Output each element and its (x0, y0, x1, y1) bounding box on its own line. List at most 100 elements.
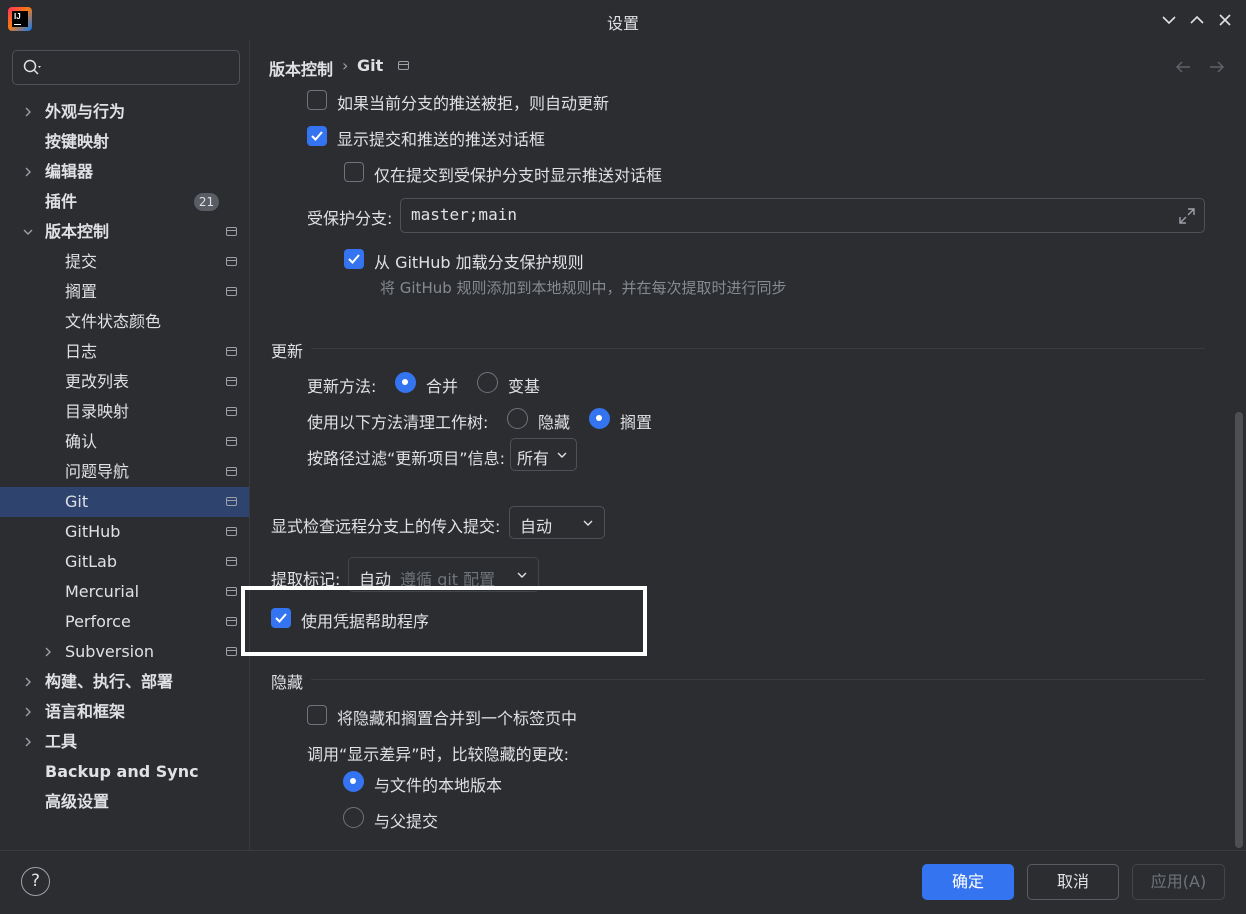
sidebar-item[interactable]: 提交 (0, 247, 249, 277)
sidebar-item[interactable]: 语言和框架 (0, 697, 249, 727)
checkmark-icon (348, 254, 360, 264)
breadcrumb-parent[interactable]: 版本控制 (269, 56, 333, 80)
sidebar-item-label: Mercurial (65, 582, 140, 601)
sidebar-item-label: Subversion (65, 642, 155, 661)
sidebar-item[interactable]: 确认 (0, 427, 249, 457)
github-rules-hint: 将 GitHub 规则添加到本地规则中，并在每次提取时进行同步 (380, 279, 787, 297)
merge-radio[interactable] (395, 372, 416, 393)
chevron-right-icon[interactable] (42, 646, 54, 658)
project-scope-icon (226, 437, 237, 446)
shelve-label: 搁置 (620, 413, 653, 432)
show-push-dialog-checkbox[interactable] (307, 126, 327, 146)
sidebar-item[interactable]: 高级设置 (0, 787, 249, 817)
sidebar-item-label: 按键映射 (45, 132, 110, 151)
title-bar: IJ 设置 (0, 0, 1246, 40)
protected-only-checkbox[interactable] (344, 162, 364, 182)
back-arrow-icon[interactable] (1173, 58, 1193, 76)
settings-content: 版本控制 › Git 如果当前分支的推送被拒，则自动更新 显示提交和推送的推送对… (251, 40, 1246, 850)
chevron-down-icon[interactable] (22, 226, 34, 238)
project-scope-icon (226, 647, 237, 656)
github-rules-checkbox[interactable] (344, 249, 364, 269)
chevron-right-icon[interactable] (22, 676, 34, 688)
incoming-commits-select[interactable]: 自动 (509, 506, 605, 539)
cancel-button[interactable]: 取消 (1027, 864, 1119, 900)
chevron-right-icon[interactable] (22, 706, 34, 718)
show-push-dialog-label: 显示提交和推送的推送对话框 (337, 130, 546, 149)
project-scope-icon (398, 61, 409, 70)
help-button[interactable]: ? (21, 867, 50, 896)
sidebar-item[interactable]: 更改列表 (0, 367, 249, 397)
incoming-commits-value: 自动 (520, 517, 553, 536)
sidebar-item[interactable]: Subversion (0, 637, 249, 667)
stash-radio[interactable] (507, 408, 528, 429)
project-scope-icon (226, 347, 237, 356)
sidebar-item[interactable]: 目录映射 (0, 397, 249, 427)
filter-update-select[interactable]: 所有 (510, 438, 577, 471)
project-scope-icon (226, 587, 237, 596)
incoming-commits-label: 显式检查远程分支上的传入提交: (271, 517, 501, 536)
stash-label: 隐藏 (538, 413, 571, 432)
parent-commit-radio[interactable] (343, 807, 364, 828)
shelve-radio[interactable] (589, 408, 610, 429)
rebase-radio[interactable] (477, 372, 498, 393)
chevron-right-icon[interactable] (22, 106, 34, 118)
sidebar-item[interactable]: 问题导航 (0, 457, 249, 487)
sidebar-item[interactable]: Backup and Sync (0, 757, 249, 787)
chevron-down-icon (583, 520, 593, 526)
search-icon (23, 59, 41, 75)
sidebar-item[interactable]: 插件 21 (0, 187, 249, 217)
stash-section-title: 隐藏 (271, 673, 304, 692)
chevron-down-icon (517, 572, 527, 578)
sidebar-item[interactable]: 编辑器 (0, 157, 249, 187)
checkmark-icon (311, 131, 323, 141)
sidebar-item-label: 目录映射 (65, 402, 130, 421)
sidebar-item[interactable]: Mercurial (0, 577, 249, 607)
sidebar-item-label: 问题导航 (65, 462, 130, 481)
filter-update-label: 按路径过滤“更新项目”信息: (307, 449, 505, 468)
sidebar-item[interactable]: GitLab (0, 547, 249, 577)
chevron-right-icon[interactable] (22, 166, 34, 178)
sidebar-item[interactable]: Git (0, 487, 249, 517)
expand-field-icon[interactable] (1178, 207, 1196, 225)
protected-branches-label: 受保护分支: (307, 209, 393, 228)
stash-section-divider (311, 679, 1205, 680)
combine-stash-checkbox[interactable] (307, 705, 327, 725)
project-scope-icon (226, 287, 237, 296)
forward-arrow-icon[interactable] (1207, 58, 1227, 76)
sidebar-item-label: Git (65, 492, 89, 511)
sidebar-item[interactable]: 按键映射 (0, 127, 249, 157)
project-scope-icon (226, 527, 237, 536)
window-title: 设置 (606, 14, 639, 33)
protected-only-label: 仅在提交到受保护分支时显示推送对话框 (374, 166, 663, 185)
update-section-divider (311, 348, 1205, 349)
sidebar-item[interactable]: 外观与行为 (0, 97, 249, 127)
sidebar-item-label: 编辑器 (45, 162, 94, 181)
maximize-icon[interactable] (1185, 8, 1209, 32)
ok-button[interactable]: 确定 (922, 864, 1014, 900)
auto-update-checkbox[interactable] (307, 90, 327, 110)
sidebar-item-label: 搁置 (65, 282, 98, 301)
sidebar-item[interactable]: 工具 (0, 727, 249, 757)
sidebar-item[interactable]: 版本控制 (0, 217, 249, 247)
sidebar-item-label: 确认 (65, 432, 98, 451)
chevron-right-icon[interactable] (22, 736, 34, 748)
highlight-box (241, 586, 647, 656)
sidebar-item[interactable]: GitHub (0, 517, 249, 547)
close-icon[interactable] (1213, 8, 1237, 32)
sidebar-item[interactable]: 日志 (0, 337, 249, 367)
sidebar-item-label: 插件 (45, 192, 78, 211)
vertical-scrollbar[interactable] (1235, 412, 1243, 848)
apply-button[interactable]: 应用(A) (1132, 864, 1225, 900)
sidebar-item[interactable]: 文件状态颜色 (0, 307, 249, 337)
search-input[interactable] (12, 50, 240, 85)
sidebar-item[interactable]: 构建、执行、部署 (0, 667, 249, 697)
compare-stash-label: 调用“显示差异”时，比较隐藏的更改: (307, 745, 569, 764)
rebase-label: 变基 (508, 377, 541, 396)
local-version-radio[interactable] (343, 771, 364, 792)
sidebar-item-label: Perforce (65, 612, 131, 631)
sidebar-item[interactable]: 搁置 (0, 277, 249, 307)
project-scope-icon (226, 557, 237, 566)
minimize-icon[interactable] (1157, 8, 1181, 32)
protected-branches-field[interactable]: master;main (400, 198, 1205, 233)
sidebar-item[interactable]: Perforce (0, 607, 249, 637)
